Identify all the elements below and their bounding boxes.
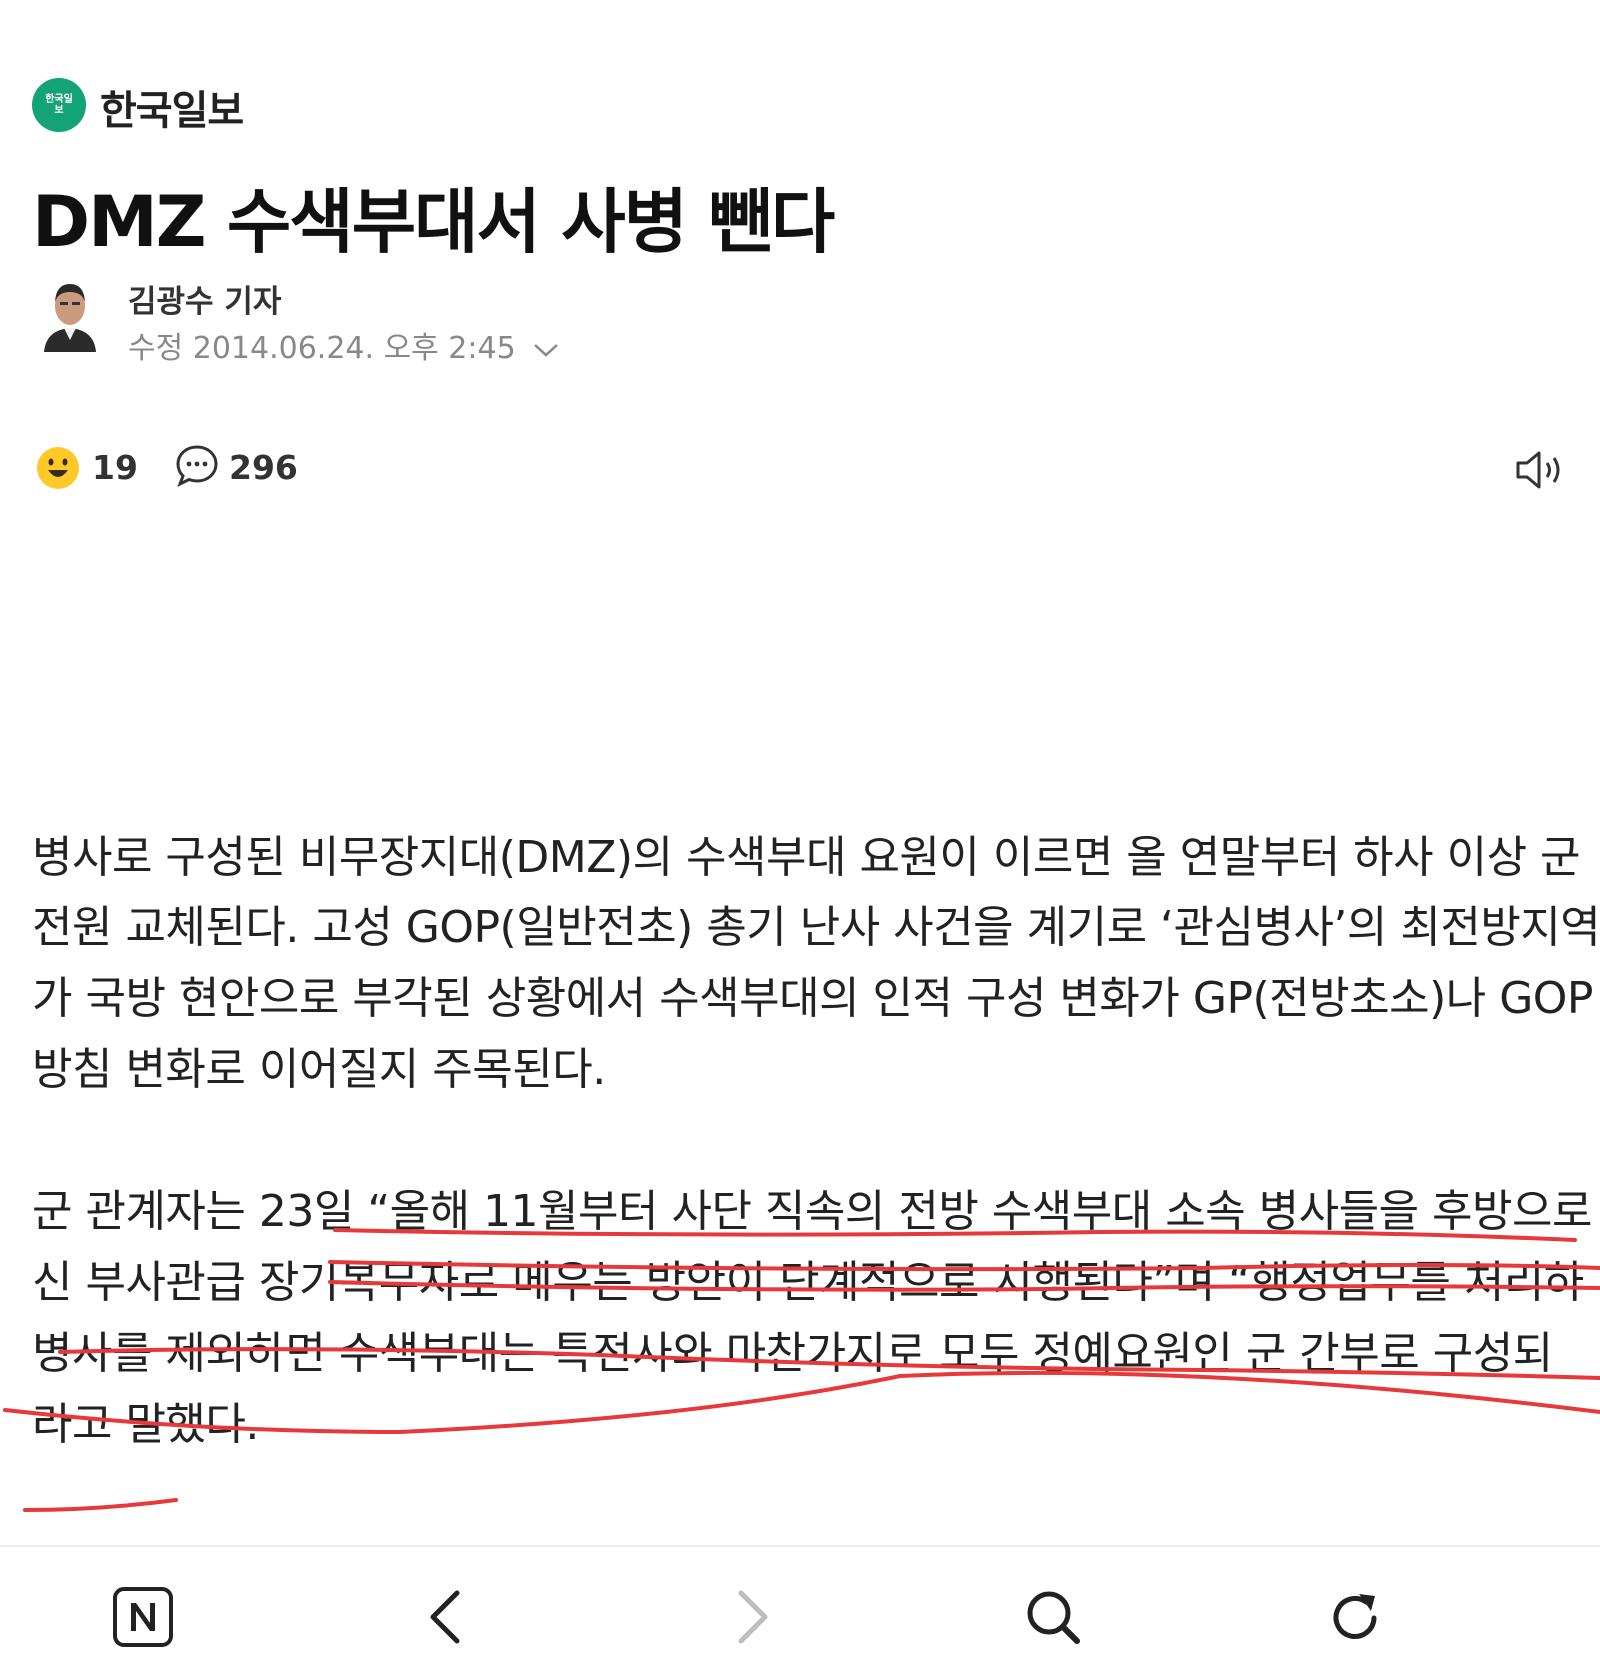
article-body-line: 군 관계자는 23일 “올해 11월부터 사단 직속의 전방 수색부대 소속 병… bbox=[32, 1186, 1592, 1237]
naver-home-icon bbox=[113, 1587, 173, 1647]
article-body-line: 라고 말했다. bbox=[32, 1399, 259, 1450]
back-chevron-icon bbox=[430, 1590, 460, 1644]
comment-bubble-icon[interactable] bbox=[175, 444, 219, 488]
article-body-line: 병사를 제외하면 수색부대는 특전사와 마찬가지로 모두 정예요원인 군 간부로… bbox=[32, 1328, 1553, 1379]
forward-button[interactable] bbox=[718, 1582, 788, 1652]
bottom-navigation-bar bbox=[0, 1545, 1600, 1675]
naver-home-button[interactable] bbox=[108, 1582, 178, 1652]
article-body-line: 병사로 구성된 비무장지대(DMZ)의 수색부대 요원이 이르면 올 연말부터 … bbox=[32, 832, 1581, 883]
search-button[interactable] bbox=[1018, 1582, 1088, 1652]
reaction-count[interactable]: 19 bbox=[92, 448, 138, 487]
search-icon bbox=[1027, 1591, 1080, 1644]
publisher-logo[interactable]: 한국일보 bbox=[32, 78, 86, 132]
refresh-button[interactable] bbox=[1320, 1582, 1390, 1652]
forward-chevron-icon bbox=[738, 1590, 768, 1644]
article-body-line: 전원 교체된다. 고성 GOP(일반전초) 총기 난사 사건을 계기로 ‘관심병… bbox=[32, 902, 1600, 953]
smile-emoji-icon[interactable] bbox=[36, 446, 80, 490]
refresh-icon bbox=[1333, 1594, 1377, 1639]
speaker-icon[interactable] bbox=[1514, 448, 1566, 492]
article-body-line: 가 국방 현안으로 부각된 상황에서 수색부대의 인적 구성 변화가 GP(전방… bbox=[32, 973, 1593, 1024]
publisher-logo-text: 한국일보 bbox=[45, 94, 73, 116]
back-button[interactable] bbox=[410, 1582, 480, 1652]
article-body-line: 방침 변화로 이어질지 주목된다. bbox=[32, 1044, 606, 1095]
publisher-name[interactable]: 한국일보 bbox=[100, 78, 244, 136]
chevron-down-icon bbox=[534, 343, 559, 357]
author-name[interactable]: 김광수 기자 bbox=[128, 276, 281, 321]
author-avatar[interactable] bbox=[40, 272, 100, 352]
dateline[interactable]: 수정 2014.06.24. 오후 2:45 bbox=[128, 323, 559, 367]
article-body-line: 신 부사관급 장기복무자로 메우는 방안이 단계적으로 시행된다”며 “행정업무… bbox=[32, 1257, 1584, 1308]
article-headline: DMZ 수색부대서 사병 뺀다 bbox=[32, 181, 835, 263]
dateline-text: 수정 2014.06.24. 오후 2:45 bbox=[128, 331, 516, 366]
comment-count[interactable]: 296 bbox=[229, 448, 298, 487]
